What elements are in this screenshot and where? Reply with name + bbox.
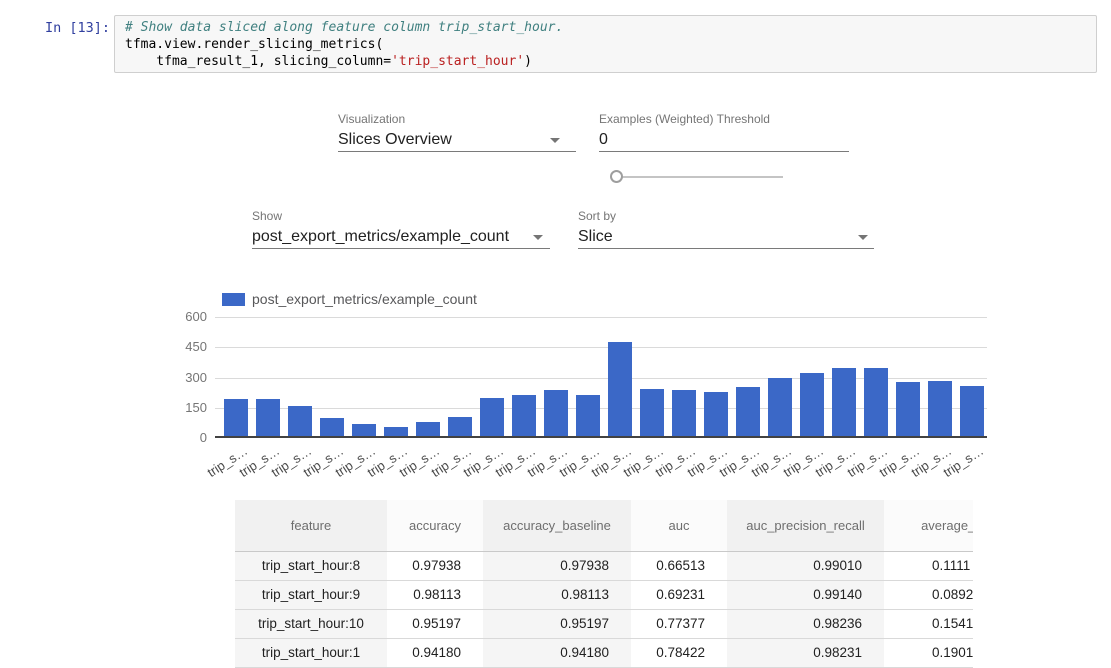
bar[interactable] bbox=[224, 399, 248, 436]
bar[interactable] bbox=[256, 399, 280, 436]
sort-value: Slice bbox=[578, 228, 613, 245]
metric-cell: 0.98231 bbox=[727, 638, 884, 667]
bar[interactable] bbox=[640, 389, 664, 436]
chevron-down-icon[interactable] bbox=[550, 138, 560, 143]
show-metric-dropdown[interactable]: Show post_export_metrics/example_count bbox=[252, 209, 550, 249]
metric-cell: 0.78422 bbox=[631, 638, 727, 667]
column-header: accuracy_baseline bbox=[483, 500, 631, 551]
metric-cell: 0.94180 bbox=[387, 638, 483, 667]
sort-by-dropdown[interactable]: Sort by Slice bbox=[578, 209, 874, 249]
chevron-down-icon[interactable] bbox=[533, 235, 543, 240]
bar[interactable] bbox=[672, 390, 696, 436]
metric-cell: 0.66513 bbox=[631, 551, 727, 580]
table-row[interactable]: trip_start_hour:100.951970.951970.773770… bbox=[235, 609, 973, 638]
bar[interactable] bbox=[576, 395, 600, 436]
column-header: average_los bbox=[884, 500, 973, 551]
y-tick-label: 150 bbox=[150, 400, 207, 416]
column-header: accuracy bbox=[387, 500, 483, 551]
bar-chart-plot-area bbox=[215, 317, 987, 438]
bar[interactable] bbox=[928, 381, 952, 436]
metric-cell: 0.97938 bbox=[387, 551, 483, 580]
bar[interactable] bbox=[608, 342, 632, 436]
code-line: # Show data sliced along feature column … bbox=[125, 19, 1086, 36]
table-row[interactable]: trip_start_hour:80.979380.979380.665130.… bbox=[235, 551, 973, 580]
bar[interactable] bbox=[512, 395, 536, 436]
x-axis-baseline bbox=[215, 436, 987, 438]
y-tick-label: 450 bbox=[150, 339, 207, 355]
slider-handle[interactable] bbox=[610, 170, 623, 183]
table-row[interactable]: trip_start_hour:90.981130.981130.692310.… bbox=[235, 580, 973, 609]
metric-cell: 0.98113 bbox=[387, 580, 483, 609]
metrics-table: featureaccuracyaccuracy_baselineaucauc_p… bbox=[235, 500, 973, 668]
sort-label: Sort by bbox=[578, 209, 874, 223]
bar[interactable] bbox=[960, 386, 984, 436]
metric-cell: 0.97938 bbox=[483, 551, 631, 580]
visualization-label: Visualization bbox=[338, 112, 576, 126]
slider-track[interactable] bbox=[617, 176, 783, 178]
table-header-row: featureaccuracyaccuracy_baselineaucauc_p… bbox=[235, 500, 973, 551]
bar[interactable] bbox=[704, 392, 728, 436]
y-tick-label: 300 bbox=[150, 370, 207, 386]
metric-cell: 0.99140 bbox=[727, 580, 884, 609]
threshold-slider[interactable] bbox=[610, 170, 790, 185]
show-label: Show bbox=[252, 209, 550, 223]
visualization-dropdown[interactable]: Visualization Slices Overview bbox=[338, 112, 576, 152]
threshold-label: Examples (Weighted) Threshold bbox=[599, 112, 849, 126]
code-line: tfma.view.render_slicing_metrics( bbox=[125, 36, 1086, 53]
metric-cell: 0.98113 bbox=[483, 580, 631, 609]
column-header: auc bbox=[631, 500, 727, 551]
column-header: auc_precision_recall bbox=[727, 500, 884, 551]
code-line: tfma_result_1, slicing_column='trip_star… bbox=[125, 53, 1086, 70]
bar[interactable] bbox=[448, 417, 472, 436]
metric-cell: 0.77377 bbox=[631, 609, 727, 638]
feature-cell: trip_start_hour:1 bbox=[235, 638, 387, 667]
feature-cell: trip_start_hour:8 bbox=[235, 551, 387, 580]
bar[interactable] bbox=[800, 373, 824, 436]
metrics-table-container: featureaccuracyaccuracy_baselineaucauc_p… bbox=[235, 500, 973, 668]
bar[interactable] bbox=[544, 390, 568, 436]
bar[interactable] bbox=[896, 382, 920, 436]
bar[interactable] bbox=[768, 378, 792, 436]
y-tick-label: 0 bbox=[150, 430, 207, 446]
column-header: feature bbox=[235, 500, 387, 551]
bar[interactable] bbox=[352, 424, 376, 436]
input-prompt: In [13]: bbox=[30, 20, 110, 36]
bar[interactable] bbox=[384, 427, 408, 436]
metric-cell: 0.94180 bbox=[483, 638, 631, 667]
metric-cell: 0.0892 bbox=[884, 580, 973, 609]
gridline bbox=[215, 317, 987, 318]
table-row[interactable]: trip_start_hour:10.941800.941800.784220.… bbox=[235, 638, 973, 667]
metric-cell: 0.69231 bbox=[631, 580, 727, 609]
y-tick-label: 600 bbox=[150, 309, 207, 325]
metric-cell: 0.98236 bbox=[727, 609, 884, 638]
code-editor[interactable]: # Show data sliced along feature column … bbox=[114, 15, 1097, 73]
visualization-value: Slices Overview bbox=[338, 131, 452, 148]
legend-label: post_export_metrics/example_count bbox=[252, 291, 477, 307]
feature-cell: trip_start_hour:10 bbox=[235, 609, 387, 638]
metric-cell: 0.99010 bbox=[727, 551, 884, 580]
show-value: post_export_metrics/example_count bbox=[252, 228, 509, 245]
bar[interactable] bbox=[288, 406, 312, 436]
threshold-input[interactable]: Examples (Weighted) Threshold 0 bbox=[599, 112, 849, 152]
metric-cell: 0.1541 bbox=[884, 609, 973, 638]
bar[interactable] bbox=[832, 368, 856, 436]
bar[interactable] bbox=[480, 398, 504, 436]
legend-swatch bbox=[222, 293, 245, 306]
bar-series bbox=[224, 342, 984, 436]
chart-legend: post_export_metrics/example_count bbox=[222, 291, 477, 307]
metric-cell: 0.1111 bbox=[884, 551, 973, 580]
bar[interactable] bbox=[864, 368, 888, 436]
chevron-down-icon[interactable] bbox=[858, 235, 868, 240]
metric-cell: 0.1901 bbox=[884, 638, 973, 667]
bar[interactable] bbox=[416, 422, 440, 436]
bar[interactable] bbox=[736, 387, 760, 436]
metric-cell: 0.95197 bbox=[387, 609, 483, 638]
metric-cell: 0.95197 bbox=[483, 609, 631, 638]
bar[interactable] bbox=[320, 418, 344, 436]
tfma-notebook-page: In [13]: # Show data sliced along featur… bbox=[0, 0, 1111, 668]
feature-cell: trip_start_hour:9 bbox=[235, 580, 387, 609]
threshold-value: 0 bbox=[599, 131, 608, 148]
